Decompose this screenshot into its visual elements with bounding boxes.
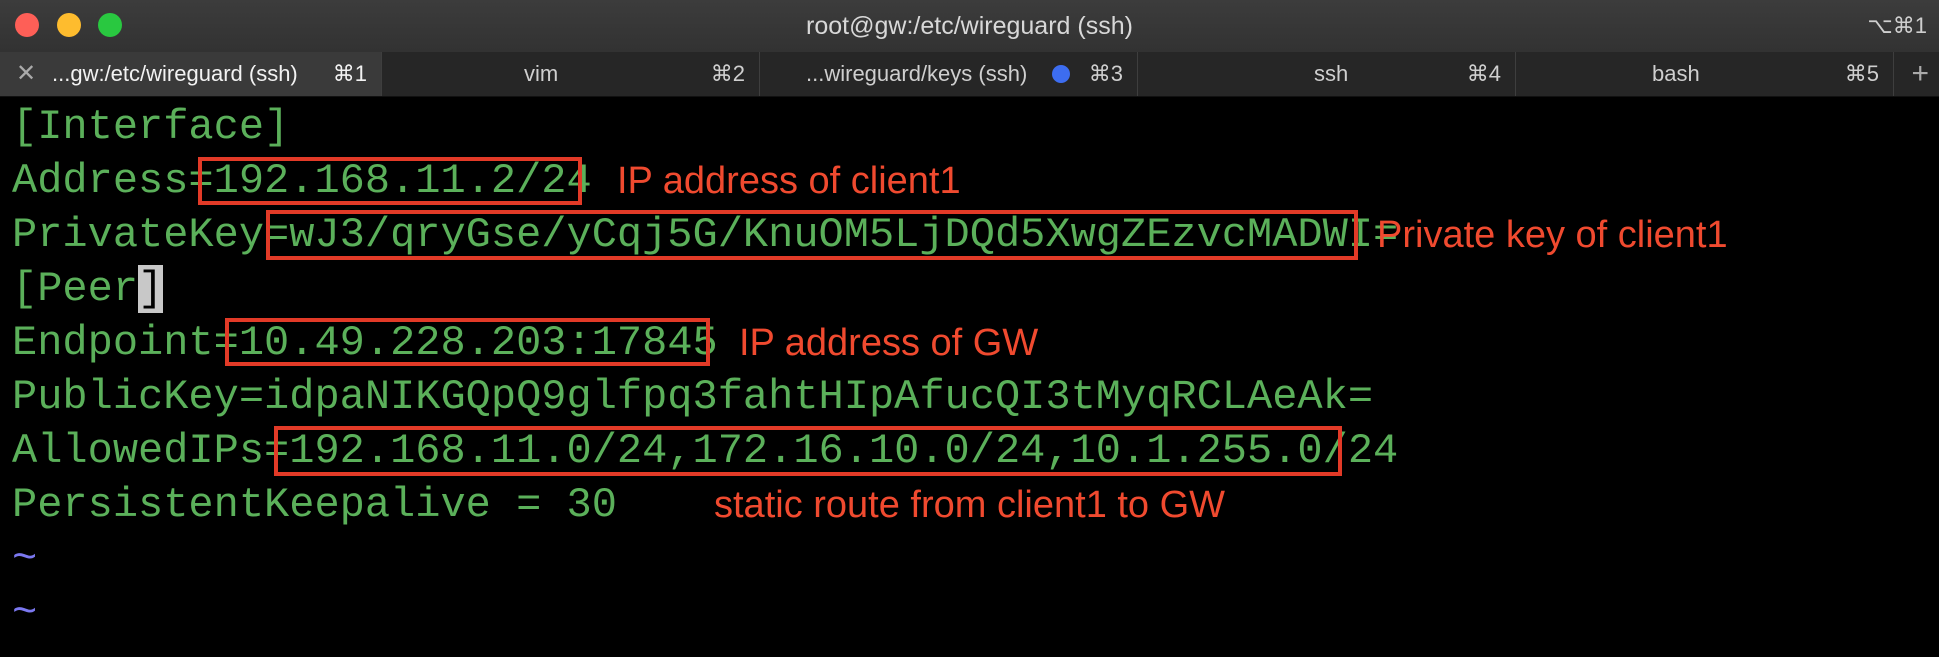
tab-4[interactable]: ssh ⌘4 [1138, 52, 1516, 96]
tab-shortcut: ⌘5 [1844, 61, 1879, 86]
tab-shortcut: ⌘1 [332, 61, 367, 86]
highlight-box-allowedips [274, 426, 1342, 476]
tab-label: ...gw:/etc/wireguard (ssh) [52, 61, 298, 86]
terminal-line-interface: [Interface] [12, 103, 290, 151]
annotation-address: IP address of client1 [617, 160, 961, 202]
terminal-cursor: ] [138, 265, 164, 313]
activity-dot-icon [1052, 65, 1070, 83]
tab-5[interactable]: bash ⌘5 [1516, 52, 1894, 96]
tab-1[interactable]: ✕ ...gw:/etc/wireguard (ssh) ⌘1 [0, 52, 382, 96]
tab-bar: ✕ ...gw:/etc/wireguard (ssh) ⌘1 vim ⌘2 .… [0, 52, 1939, 97]
add-tab-button[interactable]: + [1911, 52, 1929, 96]
terminal-line-peer: [Peer] [12, 265, 164, 313]
annotation-endpoint: IP address of GW [739, 322, 1039, 364]
tab-shortcut: ⌘3 [1088, 61, 1123, 86]
highlight-box-privatekey [266, 210, 1358, 260]
annotation-allowedips: static route from client1 to GW [714, 484, 1226, 526]
tab-2[interactable]: vim ⌘2 [382, 52, 760, 96]
tab-label: bash [1652, 61, 1700, 86]
terminal-line-publickey: PublicKey=idpaNIKGQpQ9glfpq3fahtHIpAfucQ… [12, 373, 1374, 421]
window-titlebar: root@gw:/etc/wireguard (ssh) ⌥⌘1 [0, 0, 1939, 53]
tab-label: ...wireguard/keys (ssh) [806, 61, 1028, 86]
window-shortcut: ⌥⌘1 [1867, 13, 1927, 38]
tab-shortcut: ⌘4 [1466, 61, 1501, 86]
terminal-line-keepalive: PersistentKeepalive = 30 [12, 481, 617, 529]
empty-line-tilde: ~ [12, 535, 38, 583]
close-tab-icon[interactable]: ✕ [16, 52, 36, 96]
tab-shortcut: ⌘2 [710, 61, 745, 86]
tab-label: vim [524, 61, 559, 86]
tab-label: ssh [1314, 61, 1349, 86]
highlight-box-endpoint [225, 318, 710, 366]
highlight-box-address [198, 157, 582, 205]
window-title: root@gw:/etc/wireguard (ssh) [806, 12, 1133, 40]
empty-line-tilde: ~ [12, 589, 38, 637]
tab-3[interactable]: ...wireguard/keys (ssh) ⌘3 [760, 52, 1138, 96]
annotation-privatekey: Private key of client1 [1377, 214, 1728, 256]
